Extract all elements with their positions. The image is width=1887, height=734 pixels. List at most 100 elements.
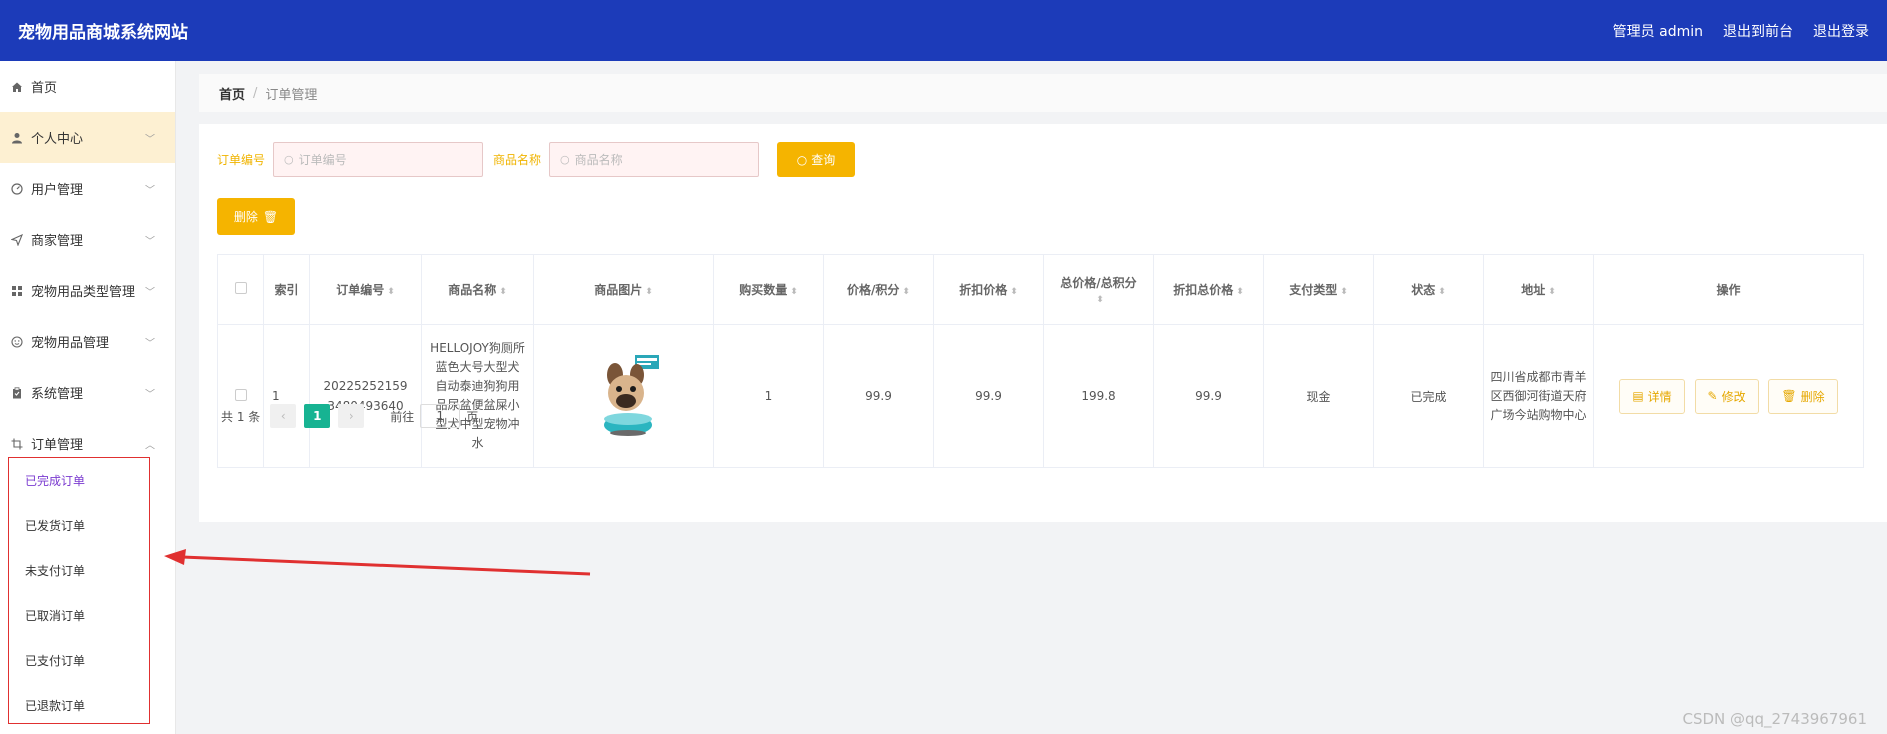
detail-label: 详情 [1647,389,1672,404]
table-header-row: 索引 订单编号 ⬍ 商品名称 ⬍ 商品图片 ⬍ 购买数量 ⬍ 价格/积分 ⬍ 折扣价格 ⬍ … [217,254,1864,325]
batch-delete-button[interactable]: 删除 🗑 [217,198,295,235]
logout-link[interactable]: 退出登录 [1813,21,1869,41]
col-discount-total[interactable]: 折扣总价格 ⬍ [1153,254,1264,325]
back-to-front-link[interactable]: 退出到前台 [1723,21,1793,41]
chevron-down-icon: ﹀ [145,134,155,145]
sidebar-item-label: 系统管理 [31,387,84,402]
select-all-cell[interactable] [217,254,264,325]
row-delete-label: 删除 [1800,389,1825,404]
page-number-current[interactable]: 1 [304,404,331,428]
col-order-no[interactable]: 订单编号 ⬍ [309,254,422,325]
sort-icon: ⬍ [1010,287,1018,297]
row-checkbox[interactable] [234,388,247,401]
chevron-right-icon: › [348,409,354,423]
sidebar-item-label: 订单管理 [31,438,84,453]
sidebar-item-system-management[interactable]: 系统管理 ﹀ [0,367,175,418]
home-icon [10,80,24,94]
submenu-completed-orders[interactable]: 已完成订单 [9,458,149,503]
goto-prefix: 前往 [390,409,415,424]
sidebar-item-home[interactable]: 首页 [0,61,175,112]
order-no-placeholder: 订单编号 [298,153,347,167]
next-page-button[interactable]: › [338,404,365,428]
goods-name-placeholder: 商品名称 [574,153,623,167]
sort-icon: ⬍ [1548,287,1556,297]
sidebar-item-pet-goods-management[interactable]: 宠物用品管理 ﹀ [0,316,175,367]
crop-icon [10,437,24,451]
prev-page-button[interactable]: ‹ [270,404,297,428]
col-status[interactable]: 状态 ⬍ [1373,254,1484,325]
goods-name-label: 商品名称 [493,153,542,167]
chevron-left-icon: ‹ [280,409,286,423]
breadcrumb: 首页 / 订单管理 [199,74,1887,112]
query-label: 查询 [811,153,836,167]
sidebar-item-label: 用户管理 [31,183,84,198]
sort-icon: ⬍ [1096,295,1104,305]
col-discount-price[interactable]: 折扣价格 ⬍ [933,254,1044,325]
pagination: 共 1 条 ‹ 1 › 前往 1 页 [221,404,478,428]
watermark: CSDN @qq_2743967961 [1682,710,1867,728]
cell-actions: ▤ 详情 ✎ 修改 🗑 删除 [1593,324,1864,468]
select-all-checkbox[interactable] [234,282,247,294]
cell-status: 已完成 [1373,324,1484,468]
goods-image [584,348,663,441]
breadcrumb-home[interactable]: 首页 [219,84,245,103]
sidebar-item-personal-center[interactable]: 个人中心 ﹀ [0,112,175,163]
sidebar-item-merchant-management[interactable]: 商家管理 ﹀ [0,214,175,265]
col-index: 索引 [263,254,310,325]
submenu-shipped-orders[interactable]: 已发货订单 [9,503,149,548]
cell-discount-price: 99.9 [933,324,1044,468]
breadcrumb-separator: / [253,85,258,101]
goods-name-input[interactable]: ○ 商品名称 [549,142,760,177]
sidebar: 首页 个人中心 ﹀ 用户管理 ﹀ 商家管理 ﹀ 宠物用品类型管理 ﹀ 宠物用品管… [0,61,176,734]
sidebar-item-label: 首页 [31,81,58,96]
cell-address: 四川省成都市青羊区西御河街道天府广场今站购物中心 [1483,324,1594,468]
top-links: 管理员 admin 退出到前台 退出登录 [1613,21,1869,41]
total-count: 共 1 条 [221,409,261,424]
submenu-unpaid-orders[interactable]: 未支付订单 [9,548,149,593]
detail-button[interactable]: ▤ 详情 [1619,378,1685,414]
row-select-cell[interactable] [217,324,264,468]
sort-icon: ⬍ [1340,287,1348,297]
col-pay-type[interactable]: 支付类型 ⬍ [1263,254,1374,325]
breadcrumb-current: 订单管理 [265,87,318,103]
query-button[interactable]: ○ 查询 [777,142,856,177]
submenu-paid-orders[interactable]: 已支付订单 [9,638,149,683]
submenu-cancelled-orders[interactable]: 已取消订单 [9,593,149,638]
sort-icon: ⬍ [790,287,798,297]
submenu-refunded-orders[interactable]: 已退款订单 [9,683,149,728]
sidebar-item-pet-category-management[interactable]: 宠物用品类型管理 ﹀ [0,265,175,316]
cell-order-no: 202252521593480493640 [309,324,422,468]
chevron-down-icon: ﹀ [145,236,155,247]
col-price[interactable]: 价格/积分 ⬍ [823,254,934,325]
order-panel: 订单编号 ○ 订单编号 商品名称 ○ 商品名称 ○ 查询 删除 🗑 索引 订单编… [199,124,1887,522]
annotation-arrow [164,549,591,576]
order-no-input[interactable]: ○ 订单编号 [273,142,484,177]
send-icon [10,233,24,247]
sort-icon: ⬍ [645,287,653,297]
col-address[interactable]: 地址 ⬍ [1483,254,1594,325]
edit-button[interactable]: ✎ 修改 [1694,378,1759,414]
col-goods-name[interactable]: 商品名称 ⬍ [421,254,534,325]
row-delete-button[interactable]: 🗑 删除 [1768,378,1838,414]
order-no-label: 订单编号 [217,153,266,167]
edit-label: 修改 [1721,389,1746,404]
col-total[interactable]: 总价格/总积分 ⬍ [1043,254,1154,325]
chevron-down-icon: ﹀ [145,389,155,400]
sidebar-item-user-management[interactable]: 用户管理 ﹀ [0,163,175,214]
cell-goods-image [533,324,714,468]
col-quantity[interactable]: 购买数量 ⬍ [713,254,824,325]
user-icon [10,131,24,145]
main-content: 首页 / 订单管理 订单编号 ○ 订单编号 商品名称 ○ 商品名称 ○ 查询 删… [199,74,1887,522]
clipboard-icon [10,386,24,400]
chevron-down-icon: ﹀ [145,338,155,349]
table-row: 1 202252521593480493640 HELLOJOY狗厕所蓝色大号大… [217,324,1864,468]
search-row: 订单编号 ○ 订单编号 商品名称 ○ 商品名称 ○ 查询 [217,142,856,177]
goto-page-input[interactable]: 1 [420,404,461,428]
search-icon: ○ [284,153,294,166]
col-goods-image[interactable]: 商品图片 ⬍ [533,254,714,325]
cell-price: 99.9 [823,324,934,468]
cell-quantity: 1 [713,324,824,468]
search-icon: ○ [796,152,808,167]
cell-pay-type: 现金 [1263,324,1374,468]
admin-user-link[interactable]: 管理员 admin [1613,21,1703,41]
